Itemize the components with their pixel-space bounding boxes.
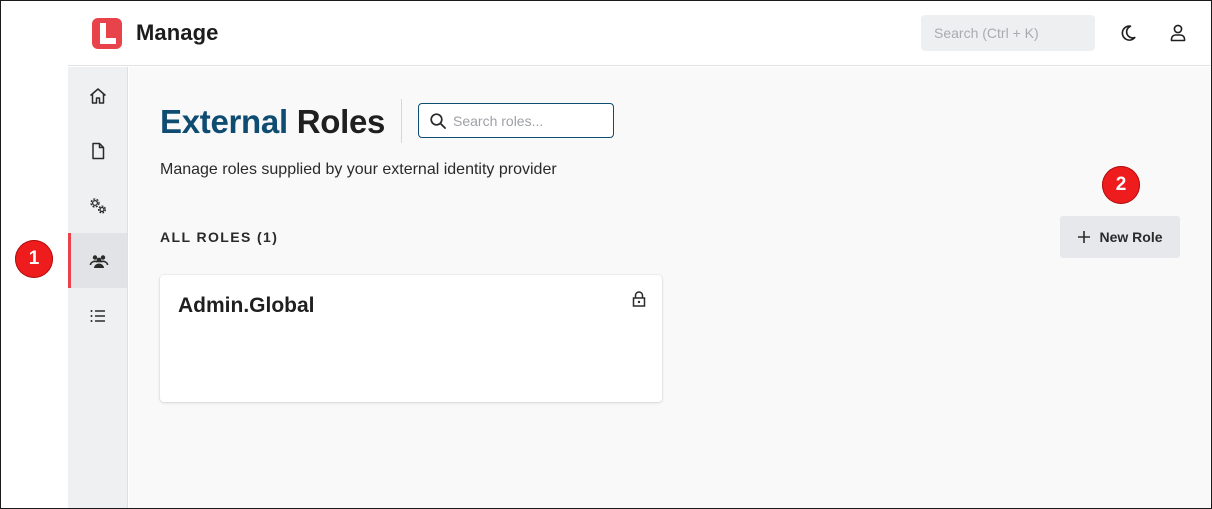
page-title: External Roles [160, 103, 385, 141]
new-role-button[interactable]: New Role [1060, 216, 1180, 258]
sidebar [68, 67, 128, 508]
settings-gears-icon [89, 197, 106, 214]
app-title: Manage [136, 20, 219, 45]
lock-icon [632, 291, 646, 307]
sidebar-item-roles[interactable] [68, 233, 127, 288]
role-card[interactable]: Admin.Global [160, 275, 662, 402]
title-divider [401, 99, 402, 143]
document-icon [91, 142, 104, 159]
callout-marker-2: 2 [1102, 166, 1140, 204]
global-search-input[interactable]: Search (Ctrl + K) [921, 15, 1095, 51]
sidebar-item-home[interactable] [68, 68, 127, 123]
moon-icon[interactable] [1118, 23, 1138, 43]
main-content: External Roles Manage roles supplied by … [129, 67, 1210, 508]
list-icon [90, 309, 105, 322]
roles-count-label: ALL ROLES (1) [160, 229, 279, 245]
plus-icon [1078, 231, 1091, 243]
role-search-input[interactable] [453, 110, 603, 132]
users-icon [89, 254, 109, 268]
search-icon [430, 113, 446, 129]
callout-marker-1: 1 [15, 240, 53, 278]
app-window: Manage Search (Ctrl + K) External Roles … [0, 0, 1212, 509]
home-icon [89, 87, 106, 104]
page-title-rest: Roles [296, 103, 386, 140]
new-role-label: New Role [1099, 229, 1163, 245]
sidebar-item-list[interactable] [68, 288, 127, 343]
sidebar-item-documents[interactable] [68, 123, 127, 178]
role-search-box[interactable] [418, 103, 614, 138]
app-logo-icon[interactable] [91, 17, 123, 50]
page-title-accent: External [160, 103, 288, 140]
user-icon[interactable] [1168, 23, 1188, 43]
sidebar-item-settings[interactable] [68, 178, 127, 233]
role-name: Admin.Global [178, 294, 315, 317]
page-subtitle: Manage roles supplied by your external i… [160, 161, 557, 178]
top-bar: Manage Search (Ctrl + K) [68, 2, 1210, 66]
